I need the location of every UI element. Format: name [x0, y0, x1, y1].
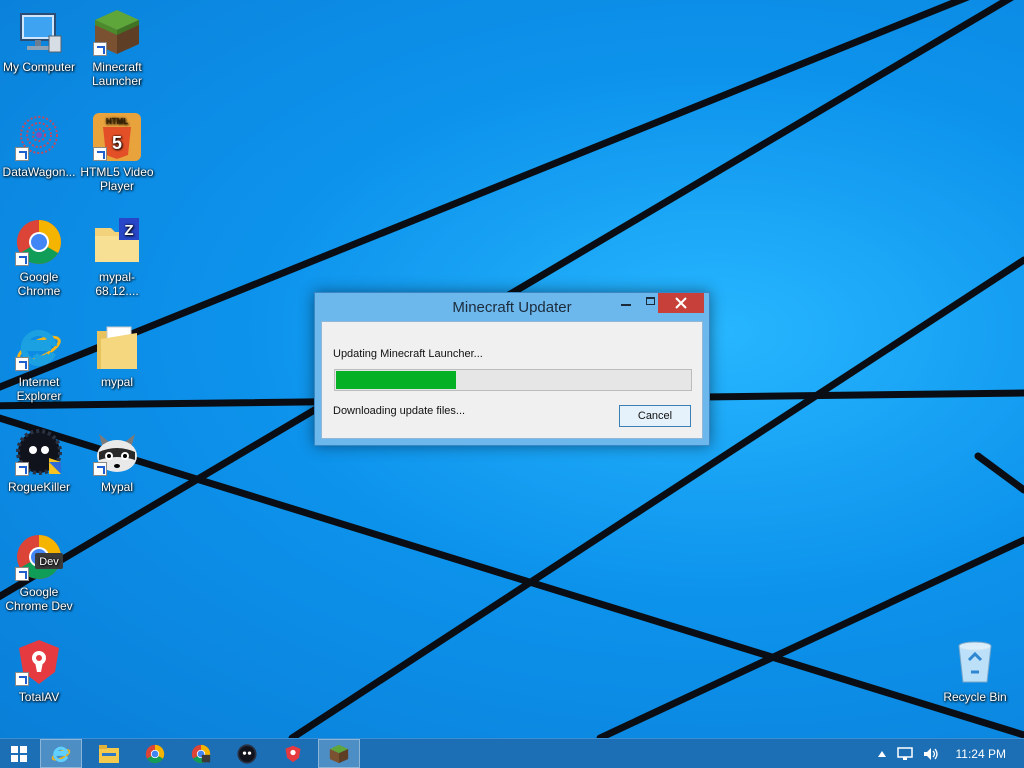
shortcut-arrow-icon: [15, 147, 29, 161]
desktop-icon-label: Internet Explorer: [16, 375, 62, 403]
desktop-icon-label: mypal: [100, 375, 133, 389]
zip-folder-icon: Z: [93, 218, 141, 266]
taskbar-totalav[interactable]: [272, 739, 314, 768]
detail-message: Downloading update files...: [333, 405, 466, 417]
taskbar-roguekiller[interactable]: [226, 739, 268, 768]
roguekiller-icon: [237, 743, 257, 764]
start-button[interactable]: [0, 739, 38, 768]
close-icon: [675, 297, 687, 309]
desktop-icon-roguekiller[interactable]: RogueKiller: [0, 428, 78, 494]
internet-explorer-icon: [51, 746, 71, 762]
zip-letter-text: Z: [124, 222, 133, 239]
desktop-icon-label: Google Chrome: [17, 270, 61, 298]
minecraft-icon: [93, 8, 141, 56]
datawagon-icon: [15, 113, 63, 161]
desktop-icon-internet-explorer[interactable]: Internet Explorer: [0, 323, 78, 403]
desktop-icon-google-chrome-dev[interactable]: Dev Google Chrome Dev: [0, 533, 78, 613]
desktop-icon-label: Minecraft Launcher: [91, 60, 143, 88]
desktop-icon-google-chrome[interactable]: Google Chrome: [0, 218, 78, 298]
desktop-icon-totalav[interactable]: TotalAV: [0, 638, 78, 704]
chevron-up-icon: [878, 750, 886, 757]
dialog-titlebar[interactable]: Minecraft Updater: [315, 293, 709, 320]
desktop-icon-label: TotalAV: [18, 690, 60, 704]
folder-icon: [93, 323, 141, 371]
desktop-icon-mypal-zip[interactable]: Z mypal-68.12....: [78, 218, 156, 298]
totalav-icon: [285, 745, 301, 762]
volume-button[interactable]: [920, 739, 942, 768]
desktop-icon-html5-video-player[interactable]: HTML 5 HTML5 Video Player: [78, 113, 156, 193]
desktop-icon-mypal-folder[interactable]: mypal: [78, 323, 156, 389]
taskbar-google-chrome-dev[interactable]: [180, 739, 222, 768]
desktop-icon-mypal[interactable]: Mypal: [78, 428, 156, 494]
shortcut-arrow-icon: [93, 462, 107, 476]
totalav-icon: [15, 638, 63, 686]
desktop-icon-label: RogueKiller: [7, 480, 71, 494]
desktop-icon-recycle-bin[interactable]: Recycle Bin: [936, 638, 1014, 704]
html5-badge-text: HTML: [106, 117, 128, 126]
roguekiller-icon: [15, 428, 63, 476]
progress-bar: [334, 369, 692, 391]
desktop: My Computer Minecraft Launcher DataWagon…: [0, 0, 1024, 738]
desktop-icon-label: DataWagon...: [2, 165, 76, 179]
desktop-icon-my-computer[interactable]: My Computer: [0, 8, 78, 74]
shortcut-arrow-icon: [15, 462, 29, 476]
desktop-icon-label: Google Chrome Dev: [5, 585, 73, 613]
html5-number-text: 5: [112, 133, 122, 153]
network-icon: [897, 746, 913, 760]
mypal-raccoon-icon: [93, 428, 141, 476]
minecraft-icon: [329, 744, 349, 763]
system-tray: 11:24 PM: [864, 739, 1024, 768]
cancel-button[interactable]: Cancel: [619, 405, 691, 427]
taskbar-google-chrome[interactable]: [134, 739, 176, 768]
desktop-icon-datawagon[interactable]: DataWagon...: [0, 113, 78, 179]
chrome-icon: [145, 744, 165, 763]
taskbar: 11:24 PM: [0, 738, 1024, 768]
recycle-bin-icon: [951, 638, 999, 686]
chrome-dev-badge-text: Dev: [39, 556, 59, 568]
computer-icon: [15, 8, 63, 56]
shortcut-arrow-icon: [15, 567, 29, 581]
shortcut-arrow-icon: [93, 147, 107, 161]
progress-bar-fill: [336, 371, 456, 389]
minimize-button[interactable]: [612, 293, 640, 313]
dialog-body: Updating Minecraft Launcher... Downloadi…: [321, 321, 703, 439]
file-explorer-icon: [99, 744, 119, 763]
desktop-icon-minecraft-launcher[interactable]: Minecraft Launcher: [78, 8, 156, 88]
desktop-icon-label: mypal-68.12....: [95, 270, 139, 298]
desktop-icon-label: My Computer: [2, 60, 76, 74]
taskbar-internet-explorer[interactable]: [40, 739, 82, 768]
desktop-icon-label: Recycle Bin: [943, 690, 1007, 704]
chrome-dev-icon: [191, 744, 211, 763]
shortcut-arrow-icon: [93, 42, 107, 56]
windows-logo-icon: [11, 745, 27, 762]
show-hidden-icons-button[interactable]: [874, 739, 890, 768]
desktop-icon-label: HTML5 Video Player: [80, 165, 154, 193]
taskbar-clock[interactable]: 11:24 PM: [956, 747, 1006, 761]
taskbar-file-explorer[interactable]: [88, 739, 130, 768]
shortcut-arrow-icon: [15, 672, 29, 686]
minecraft-updater-dialog: Minecraft Updater Updating Minecraft Lau…: [314, 292, 710, 446]
chrome-dev-icon: Dev: [15, 533, 63, 581]
status-message: Updating Minecraft Launcher...: [333, 348, 483, 360]
internet-explorer-icon: [15, 323, 63, 371]
taskbar-minecraft-launcher[interactable]: [318, 739, 360, 768]
chrome-icon: [15, 218, 63, 266]
html5-icon: HTML 5: [93, 113, 141, 161]
desktop-icon-label: Mypal: [100, 480, 133, 494]
close-button[interactable]: [658, 293, 704, 313]
speaker-icon: [924, 747, 938, 760]
shortcut-arrow-icon: [15, 252, 29, 266]
shortcut-arrow-icon: [15, 357, 29, 371]
network-button[interactable]: [894, 739, 916, 768]
